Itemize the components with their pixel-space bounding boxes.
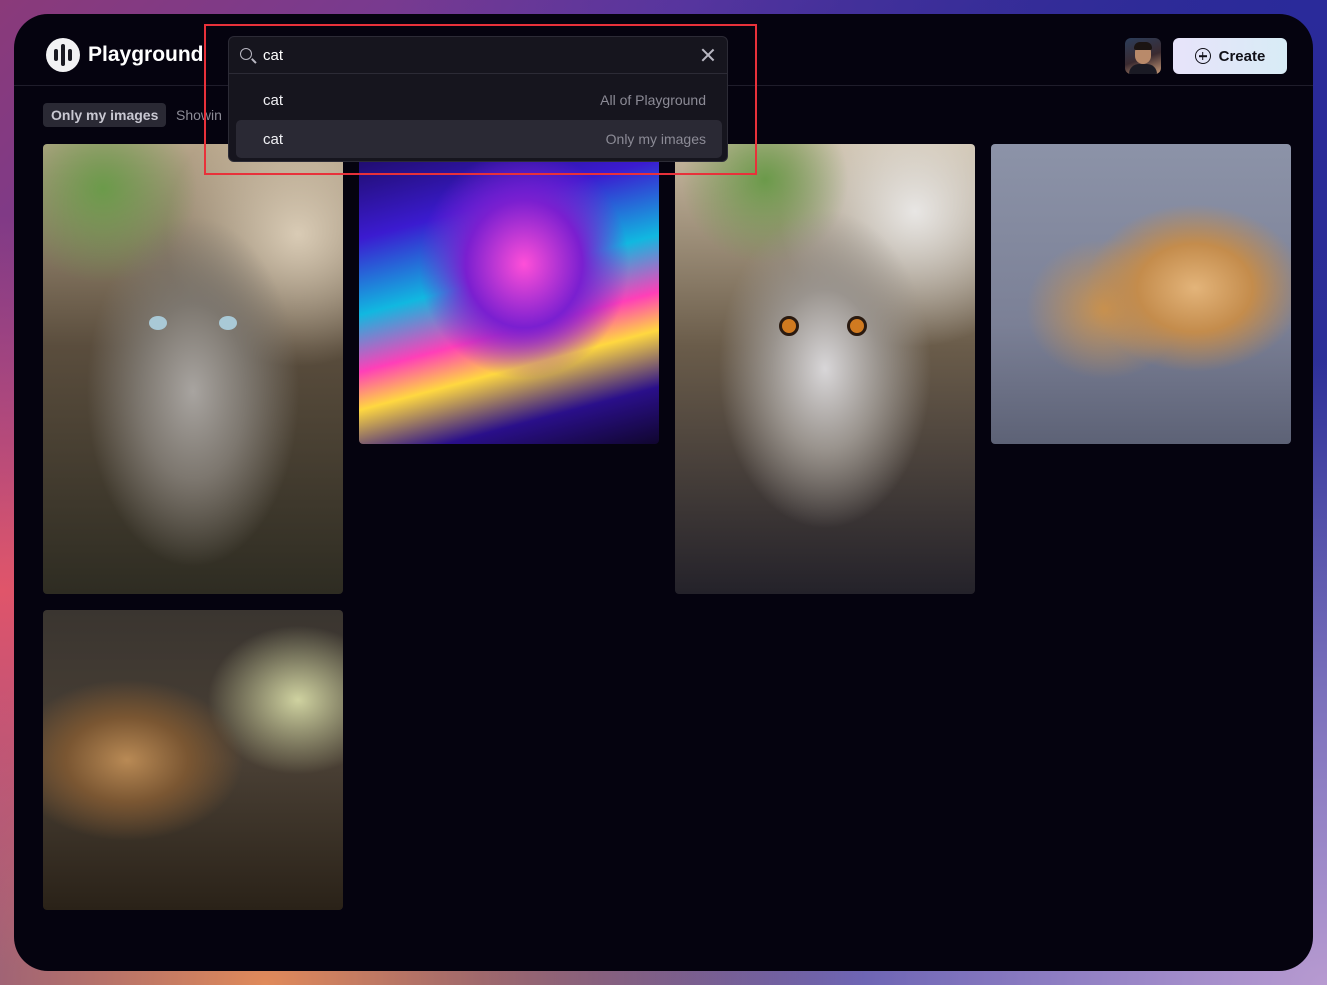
logo-icon [46,38,80,72]
avatar[interactable] [1125,38,1161,74]
image-tile[interactable] [43,144,343,594]
search-input[interactable] [263,44,683,66]
search-bar [229,37,727,74]
option-label: cat [263,92,284,109]
option-scope: Only my images [605,131,706,147]
option-scope: All of Playground [600,92,706,108]
only-my-images-chip[interactable]: Only my images [43,103,167,127]
image-tile[interactable] [991,144,1291,444]
create-button-label: Create [1218,47,1266,65]
image-tile[interactable] [359,144,659,444]
search-option-mine[interactable]: cat Only my images [236,120,722,158]
close-icon[interactable] [701,48,715,62]
plus-circle-icon [1194,48,1211,64]
search-dropdown: cat All of Playground cat Only my images [228,36,728,162]
image-tile[interactable] [43,610,343,910]
search-option-all[interactable]: cat All of Playground [236,81,722,119]
search-icon [240,48,252,60]
create-button[interactable]: Create [1173,38,1287,74]
showing-text: Showin [176,107,222,123]
image-tile[interactable] [675,144,975,594]
logo[interactable]: Playground [46,38,204,72]
option-label: cat [263,131,284,148]
app-name: Playground [88,43,204,66]
